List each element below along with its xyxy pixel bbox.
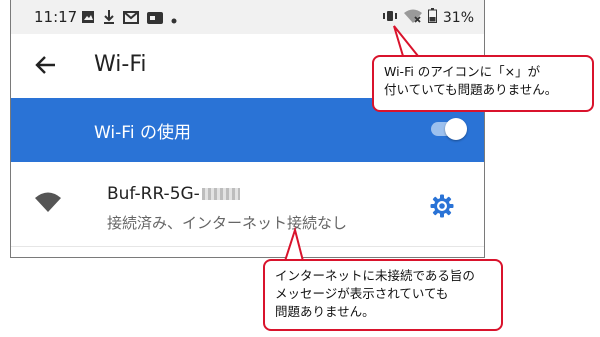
wifi-signal-icon [35, 192, 61, 212]
dot-icon [171, 9, 177, 28]
phone-screen: 11:17 31% Wi-Fi Wi-Fi の使用 Buf-RR-5G- 接続済… [10, 0, 485, 258]
battery-percent: 31% [442, 9, 474, 26]
page-title: Wi-Fi [94, 52, 147, 77]
network-name-text: Buf-RR-5G- [107, 184, 200, 204]
callout-top-line: 付いていても問題ありません。 [384, 82, 558, 97]
callout-bottom-line: 問題ありません。 [275, 304, 375, 319]
divider [11, 246, 484, 247]
notification-icons [81, 9, 177, 28]
download-notification-icon [103, 9, 115, 28]
network-name-redacted [201, 188, 240, 200]
gear-icon[interactable] [430, 194, 454, 218]
battery-icon [427, 8, 437, 27]
image-notification-icon [81, 9, 95, 28]
network-status: 接続済み、インターネット接続なし [107, 214, 348, 232]
callout-top-line: Wi-Fi のアイコンに「×」が [384, 64, 541, 79]
switch-knob [445, 118, 467, 140]
network-name: Buf-RR-5G- [107, 184, 240, 204]
gmail-icon [123, 9, 139, 28]
callout-bottom: インターネットに未接続である旨の メッセージが表示されていても 問題ありません。 [263, 259, 503, 331]
card-notification-icon [147, 9, 163, 28]
wifi-toggle-label: Wi-Fi の使用 [94, 123, 191, 143]
vibrate-icon [382, 10, 398, 26]
status-time: 11:17 [34, 8, 78, 26]
back-arrow-icon[interactable] [33, 52, 59, 78]
callout-bottom-line: インターネットに未接続である旨の [275, 268, 475, 283]
wifi-no-internet-icon [403, 9, 422, 27]
network-row[interactable]: Buf-RR-5G- 接続済み、インターネット接続なし [11, 162, 484, 246]
callout-top: Wi-Fi のアイコンに「×」が 付いていても問題ありません。 [372, 55, 594, 112]
callout-bottom-line: メッセージが表示されていても [275, 286, 449, 301]
wifi-switch[interactable] [429, 118, 467, 140]
status-bar: 11:17 31% [11, 0, 484, 34]
status-right: 31% [382, 8, 474, 27]
